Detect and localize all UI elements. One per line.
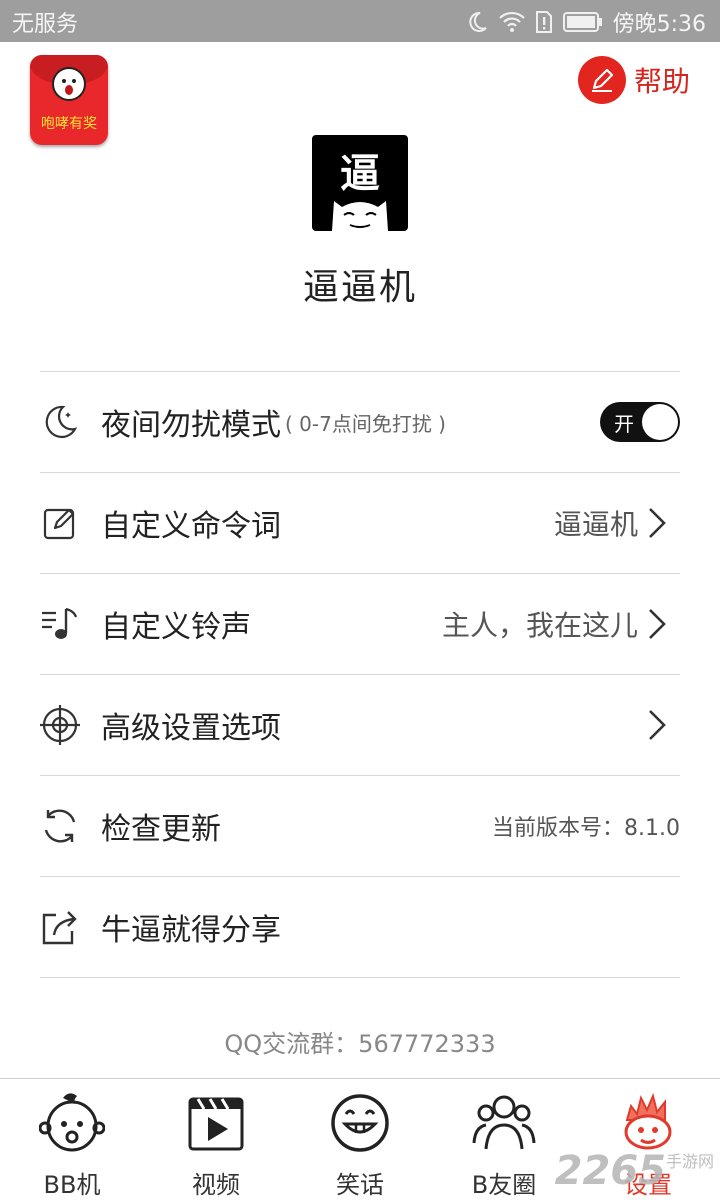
edit-square-icon: [40, 503, 80, 543]
share-row[interactable]: 牛逼就得分享: [40, 877, 680, 978]
night-mode-toggle[interactable]: 开: [600, 402, 680, 442]
help-button[interactable]: 帮助: [577, 56, 690, 104]
app-logo: 逼: [312, 135, 408, 231]
watermark-logo: 2265手游网: [555, 1148, 714, 1194]
custom-ringtone-row[interactable]: 自定义铃声 主人，我在这儿: [40, 574, 680, 675]
friends-icon: [470, 1089, 538, 1157]
custom-ringtone-value: 主人，我在这儿: [441, 609, 638, 642]
custom-command-label: 自定义命令词: [101, 509, 281, 544]
tab-joke[interactable]: 笑话: [288, 1079, 432, 1200]
status-icons: 傍晚5:36: [465, 6, 706, 38]
tab-label: BB机: [43, 1171, 101, 1199]
chevron-right-icon: [644, 503, 670, 543]
sim-alert-icon: [535, 11, 552, 33]
moon-stars-icon: [40, 402, 80, 442]
custom-command-value: 逼逼机: [553, 508, 638, 541]
advanced-settings-label: 高级设置选项: [101, 711, 281, 746]
check-update-label: 检查更新: [101, 812, 221, 847]
advanced-settings-row[interactable]: 高级设置选项: [40, 675, 680, 776]
music-list-icon: [40, 604, 80, 644]
baby-face-icon: [38, 1089, 106, 1157]
custom-command-right: 逼逼机: [554, 503, 670, 543]
battery-icon: [562, 12, 602, 32]
share-label: 牛逼就得分享: [101, 913, 281, 948]
tab-label: 视频: [192, 1171, 240, 1199]
qq-group-text: QQ交流群：567772333: [224, 1030, 496, 1058]
screaming-face-icon: [52, 67, 86, 101]
tab-label: B友圈: [471, 1171, 537, 1199]
tab-bb[interactable]: BB机: [0, 1079, 144, 1200]
advanced-settings-right: [644, 705, 670, 745]
clock-text: 傍晚5:36: [612, 12, 706, 37]
help-label: 帮助: [633, 65, 690, 98]
status-bar: 无服务 傍晚5:36: [0, 0, 720, 42]
night-mode-label: 夜间勿扰模式: [101, 408, 281, 443]
chevron-right-icon: [644, 604, 670, 644]
red-packet-label: 咆哮有奖: [41, 116, 97, 132]
settings-list: 夜间勿扰模式 ( 0-7点间免打扰 ) 开 自定义命令词 逼逼机 自定义铃声 主…: [40, 371, 680, 978]
check-update-right: 当前版本号：8.1.0: [492, 810, 680, 842]
cat-mascot-icon: [332, 201, 388, 231]
tab-video[interactable]: 视频: [144, 1079, 288, 1200]
wifi-icon: [498, 11, 525, 32]
app-name: 逼逼机: [302, 267, 417, 308]
watermark-sub: 手游网: [665, 1152, 714, 1171]
custom-ringtone-label: 自定义铃声: [101, 610, 251, 645]
custom-command-row[interactable]: 自定义命令词 逼逼机: [40, 473, 680, 574]
red-packet-button[interactable]: 咆哮有奖: [30, 55, 108, 145]
share-icon: [40, 907, 80, 947]
refresh-icon: [40, 806, 80, 846]
toggle-knob: [642, 404, 678, 440]
night-mode-row: 夜间勿扰模式 ( 0-7点间免打扰 ) 开: [40, 372, 680, 473]
check-update-row[interactable]: 检查更新 当前版本号：8.1.0: [40, 776, 680, 877]
grin-face-icon: [326, 1089, 394, 1157]
crosshair-icon: [40, 705, 80, 745]
custom-ringtone-right: 主人，我在这儿: [442, 604, 670, 644]
edit-pencil-icon: [577, 56, 626, 104]
watermark-main: 2265: [554, 1148, 666, 1194]
moon-icon: [468, 11, 487, 32]
carrier-text: 无服务: [12, 12, 79, 37]
tab-label: 笑话: [336, 1171, 384, 1199]
chevron-right-icon: [644, 705, 670, 745]
settings-mascot-icon: [614, 1089, 682, 1157]
night-mode-sub: ( 0-7点间免打扰 ): [285, 411, 446, 436]
version-text: 当前版本号：8.1.0: [492, 816, 680, 841]
toggle-on-text: 开: [614, 412, 634, 436]
video-play-icon: [182, 1089, 250, 1157]
